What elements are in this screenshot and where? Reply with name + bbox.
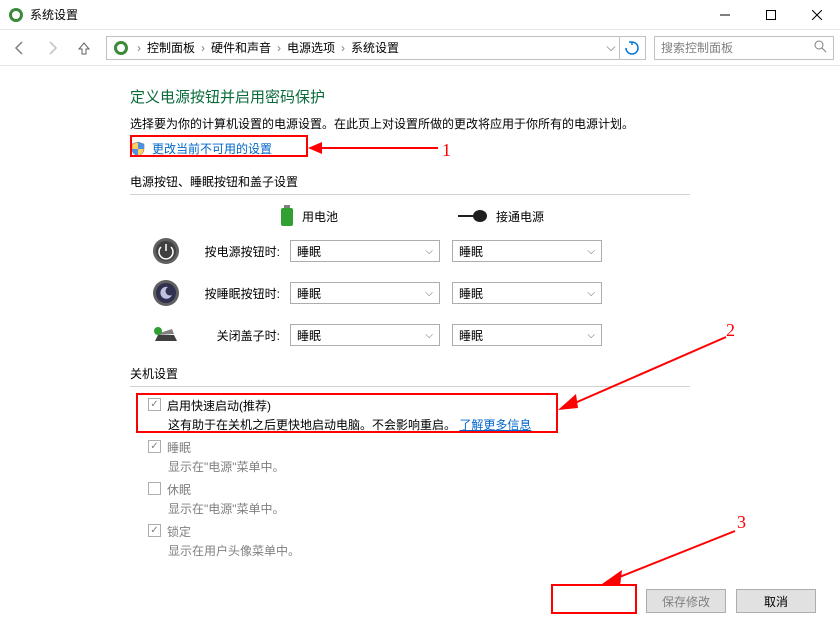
- breadcrumb[interactable]: › 控制面板 › 硬件和声音 › 电源选项 › 系统设置 ⌵: [106, 36, 646, 60]
- laptop-lid-icon: [152, 321, 180, 349]
- chevron-right-icon: ›: [337, 41, 349, 55]
- dropdown-sleep-ac[interactable]: 睡眠 ⌵: [452, 282, 602, 304]
- row-close-lid-label: 关闭盖子时:: [190, 327, 280, 344]
- chevron-down-icon: ⌵: [425, 288, 433, 299]
- checkbox-sleep[interactable]: ✓: [148, 440, 161, 453]
- dropdown-power-ac[interactable]: 睡眠 ⌵: [452, 240, 602, 262]
- row-sleep-button-label: 按睡眠按钮时:: [190, 285, 280, 302]
- breadcrumb-icon: [113, 40, 129, 56]
- search-input[interactable]: 搜索控制面板: [654, 36, 834, 60]
- nav-forward-button[interactable]: [38, 34, 66, 62]
- section-buttons-title: 电源按钮、睡眠按钮和盖子设置: [130, 173, 840, 190]
- chevron-down-icon: ⌵: [587, 288, 595, 299]
- change-settings-link[interactable]: 更改当前不可用的设置: [152, 140, 272, 157]
- close-button[interactable]: [794, 0, 840, 30]
- chevron-down-icon: ⌵: [587, 246, 595, 257]
- breadcrumb-seg-2[interactable]: 硬件和声音: [209, 39, 273, 56]
- dropdown-lid-ac[interactable]: 睡眠 ⌵: [452, 324, 602, 346]
- cb-sleep-label: 睡眠: [167, 439, 191, 456]
- checkbox-lock[interactable]: ✓: [148, 524, 161, 537]
- page-subtext: 选择要为你的计算机设置的电源设置。在此页上对设置所做的更改将应用于你所有的电源计…: [130, 115, 840, 132]
- breadcrumb-seg-4[interactable]: 系统设置: [349, 39, 401, 56]
- cb-sleep-desc: 显示在"电源"菜单中。: [168, 458, 840, 475]
- cb-lock-desc: 显示在用户头像菜单中。: [168, 542, 840, 559]
- maximize-button[interactable]: [748, 0, 794, 30]
- breadcrumb-dropdown[interactable]: ⌵: [603, 40, 619, 55]
- dropdown-sleep-battery[interactable]: 睡眠 ⌵: [290, 282, 440, 304]
- nav-up-button[interactable]: [70, 34, 98, 62]
- annotation-number-3: 3: [737, 512, 746, 533]
- chevron-right-icon: ›: [133, 41, 145, 55]
- sleep-button-icon: [152, 279, 180, 307]
- cancel-button[interactable]: 取消: [736, 589, 816, 613]
- dropdown-power-battery[interactable]: 睡眠 ⌵: [290, 240, 440, 262]
- annotation-number-2: 2: [726, 320, 735, 341]
- row-power-button-label: 按电源按钮时:: [190, 243, 280, 260]
- chevron-down-icon: ⌵: [425, 330, 433, 341]
- battery-icon: [280, 205, 294, 227]
- refresh-button[interactable]: [619, 37, 643, 59]
- checkbox-fast-startup[interactable]: ✓: [148, 398, 161, 411]
- chevron-right-icon: ›: [273, 41, 285, 55]
- search-icon: [813, 39, 827, 56]
- chevron-down-icon: ⌵: [425, 246, 433, 257]
- section-shutdown-title: 关机设置: [130, 365, 840, 382]
- shield-icon: [130, 141, 146, 157]
- col-ac-label: 接通电源: [496, 208, 544, 225]
- learn-more-link[interactable]: 了解更多信息: [459, 418, 531, 432]
- app-icon: [8, 7, 24, 23]
- cb-hibernate-label: 休眠: [167, 481, 191, 498]
- checkbox-hibernate[interactable]: [148, 482, 161, 495]
- nav-back-button[interactable]: [6, 34, 34, 62]
- power-button-icon: [152, 237, 180, 265]
- search-placeholder: 搜索控制面板: [661, 39, 733, 56]
- breadcrumb-seg-1[interactable]: 控制面板: [145, 39, 197, 56]
- chevron-down-icon: ⌵: [587, 330, 595, 341]
- breadcrumb-seg-3[interactable]: 电源选项: [285, 39, 337, 56]
- chevron-right-icon: ›: [197, 41, 209, 55]
- annotation-number-1: 1: [442, 140, 451, 161]
- window-title: 系统设置: [30, 6, 702, 23]
- dropdown-lid-battery[interactable]: 睡眠 ⌵: [290, 324, 440, 346]
- col-battery-label: 用电池: [302, 208, 338, 225]
- minimize-button[interactable]: [702, 0, 748, 30]
- cb-lock-label: 锁定: [167, 523, 191, 540]
- page-heading: 定义电源按钮并启用密码保护: [130, 86, 840, 107]
- cb-fast-startup-label: 启用快速启动(推荐): [167, 397, 271, 414]
- save-button[interactable]: 保存修改: [646, 589, 726, 613]
- cb-fast-startup-desc: 这有助于在关机之后更快地启动电脑。不会影响重启。: [168, 418, 456, 432]
- divider: [130, 386, 690, 387]
- plug-icon: [458, 209, 488, 223]
- divider: [130, 194, 690, 195]
